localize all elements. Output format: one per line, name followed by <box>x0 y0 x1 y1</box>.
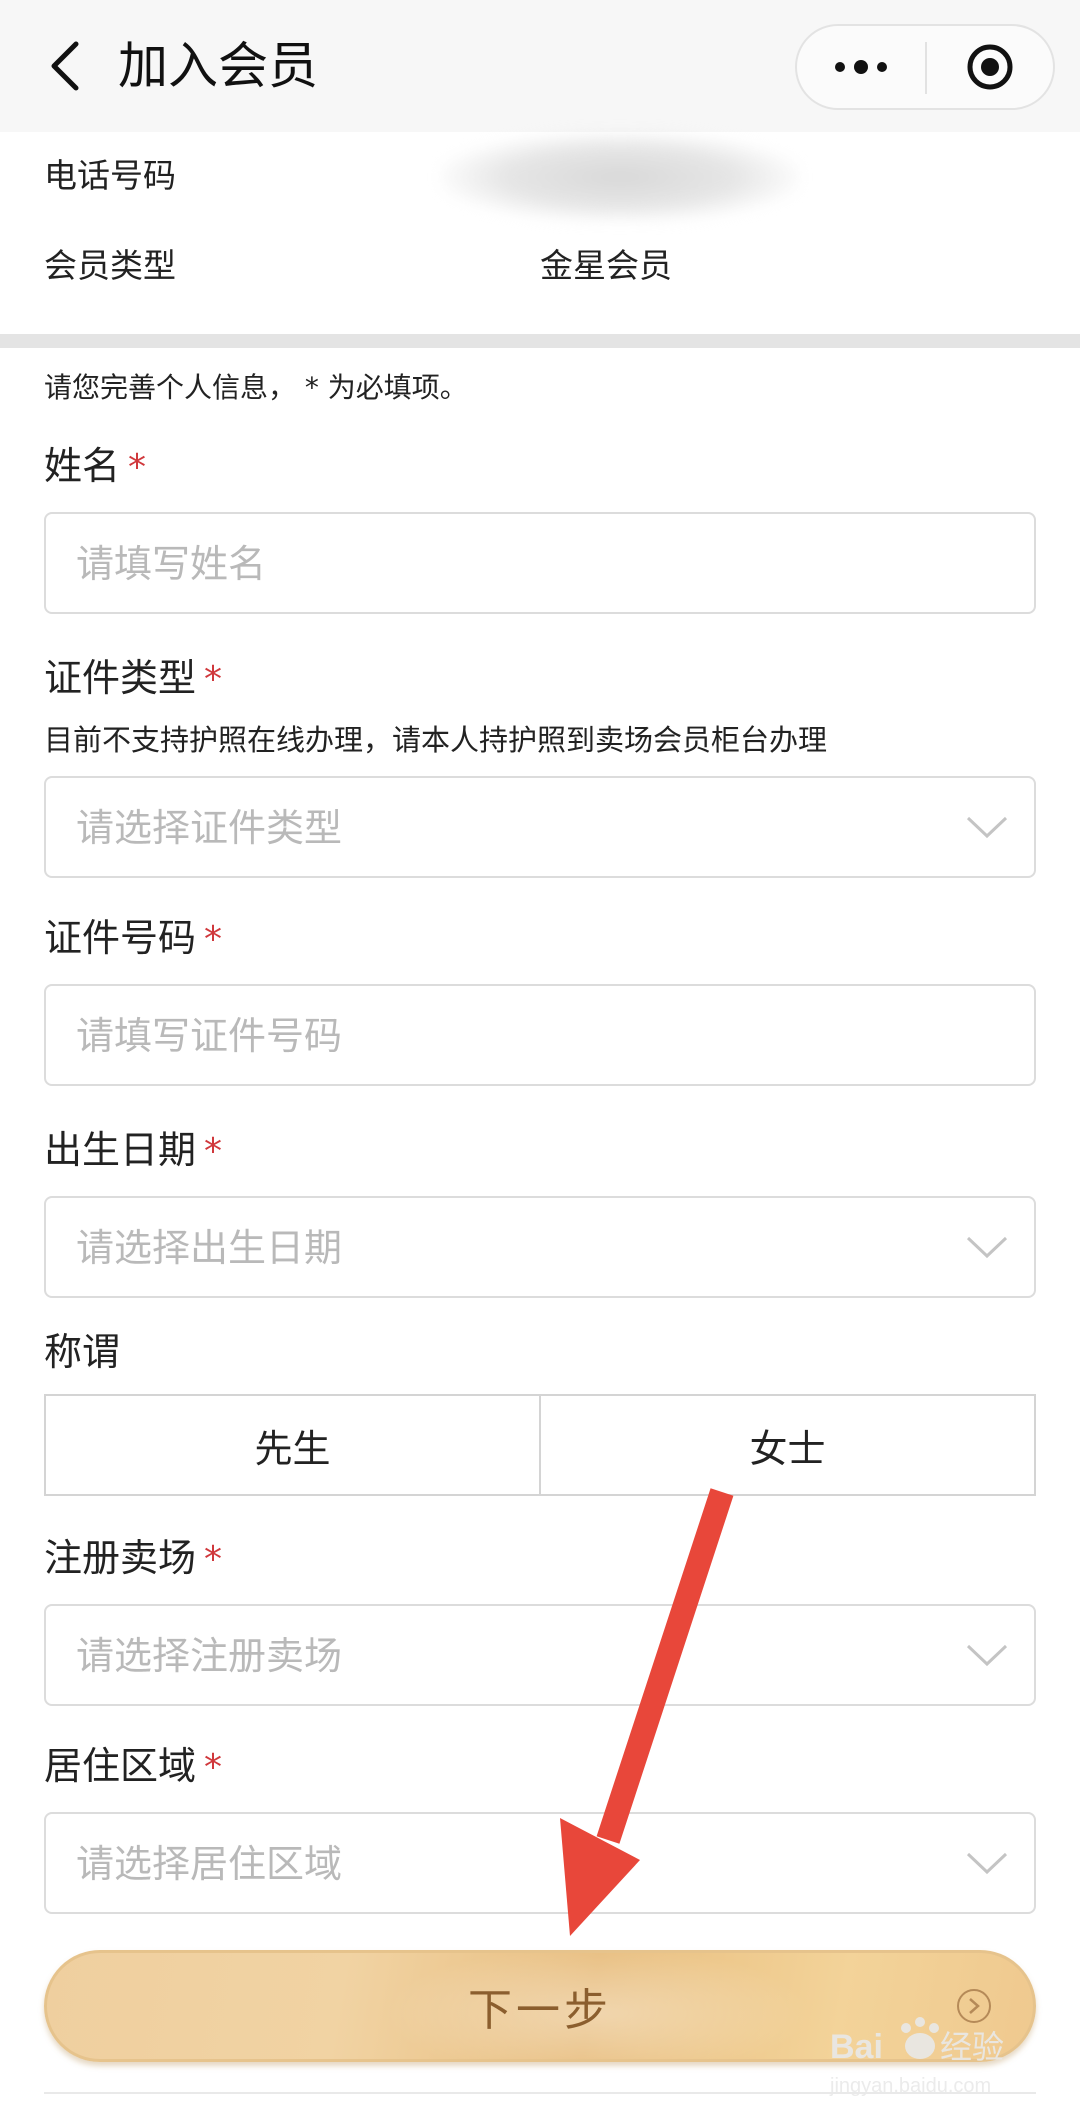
more-button[interactable] <box>797 26 925 108</box>
svg-text:Bai: Bai <box>830 2028 883 2066</box>
required-mark: * <box>204 1131 223 1172</box>
id-number-label-text: 证件号码 <box>44 916 197 960</box>
salutation-option-mr[interactable]: 先生 <box>46 1396 541 1494</box>
id-number-placeholder: 请填写证件号码 <box>76 1014 343 1058</box>
required-mark: * <box>204 1747 223 1788</box>
birthday-label-text: 出生日期 <box>44 1128 197 1172</box>
salutation-label: 称谓 <box>44 1330 121 1374</box>
chevron-down-icon <box>966 1852 1008 1875</box>
birthday-select[interactable]: 请选择出生日期 <box>44 1196 1036 1298</box>
svg-text:经验: 经验 <box>940 2028 1004 2066</box>
id-type-select[interactable]: 请选择证件类型 <box>44 776 1036 878</box>
name-placeholder: 请填写姓名 <box>76 542 267 586</box>
area-label-text: 居住区域 <box>44 1744 197 1788</box>
area-select[interactable]: 请选择居住区域 <box>44 1812 1036 1914</box>
section-divider <box>0 334 1080 348</box>
name-input[interactable]: 请填写姓名 <box>44 512 1036 614</box>
target-circle-icon <box>967 44 1013 90</box>
store-select[interactable]: 请选择注册卖场 <box>44 1604 1036 1706</box>
id-number-input[interactable]: 请填写证件号码 <box>44 984 1036 1086</box>
more-dots-icon <box>835 60 887 74</box>
id-type-hint: 目前不支持护照在线办理，请本人持护照到卖场会员柜台办理 <box>44 723 828 757</box>
salutation-segmented-control: 先生 女士 <box>44 1394 1036 1496</box>
phone-value-blurred <box>440 132 800 222</box>
birthday-placeholder: 请选择出生日期 <box>76 1226 343 1270</box>
salutation-option-ms[interactable]: 女士 <box>541 1396 1034 1494</box>
chevron-down-icon <box>966 816 1008 839</box>
area-label: 居住区域 * <box>44 1740 222 1794</box>
chevron-down-icon <box>966 1236 1008 1259</box>
id-number-label: 证件号码 * <box>44 912 222 966</box>
form-note: 请您完善个人信息， * 为必填项。 <box>44 371 468 404</box>
baidu-watermark-logo: Bai 经验 jingyan.baidu.com <box>829 2017 1004 2097</box>
back-button[interactable] <box>36 30 96 102</box>
name-label-text: 姓名 <box>44 444 121 488</box>
required-mark: * <box>128 447 147 488</box>
required-mark: * <box>204 919 223 960</box>
required-mark: * <box>204 1539 223 1580</box>
phone-label: 电话号码 <box>44 156 176 195</box>
member-type-value: 金星会员 <box>540 246 672 285</box>
id-type-placeholder: 请选择证件类型 <box>76 806 343 850</box>
member-type-label: 会员类型 <box>44 246 176 285</box>
mini-program-capsule <box>795 24 1055 110</box>
id-type-label-text: 证件类型 <box>44 656 197 700</box>
birthday-label: 出生日期 * <box>44 1124 222 1178</box>
title-bar: 加入会员 <box>0 0 1080 132</box>
chevron-down-icon <box>966 1644 1008 1667</box>
required-mark: * <box>204 659 223 700</box>
svg-text:jingyan.baidu.com: jingyan.baidu.com <box>829 2075 991 2097</box>
page-title: 加入会员 <box>118 37 318 95</box>
store-label-text: 注册卖场 <box>44 1536 197 1580</box>
id-type-label: 证件类型 * <box>44 652 222 706</box>
area-placeholder: 请选择居住区域 <box>76 1842 343 1886</box>
store-placeholder: 请选择注册卖场 <box>76 1634 343 1678</box>
close-mini-program-button[interactable] <box>927 26 1053 108</box>
name-label: 姓名 * <box>44 440 146 494</box>
store-label: 注册卖场 * <box>44 1532 222 1586</box>
chevron-left-icon <box>51 41 79 91</box>
